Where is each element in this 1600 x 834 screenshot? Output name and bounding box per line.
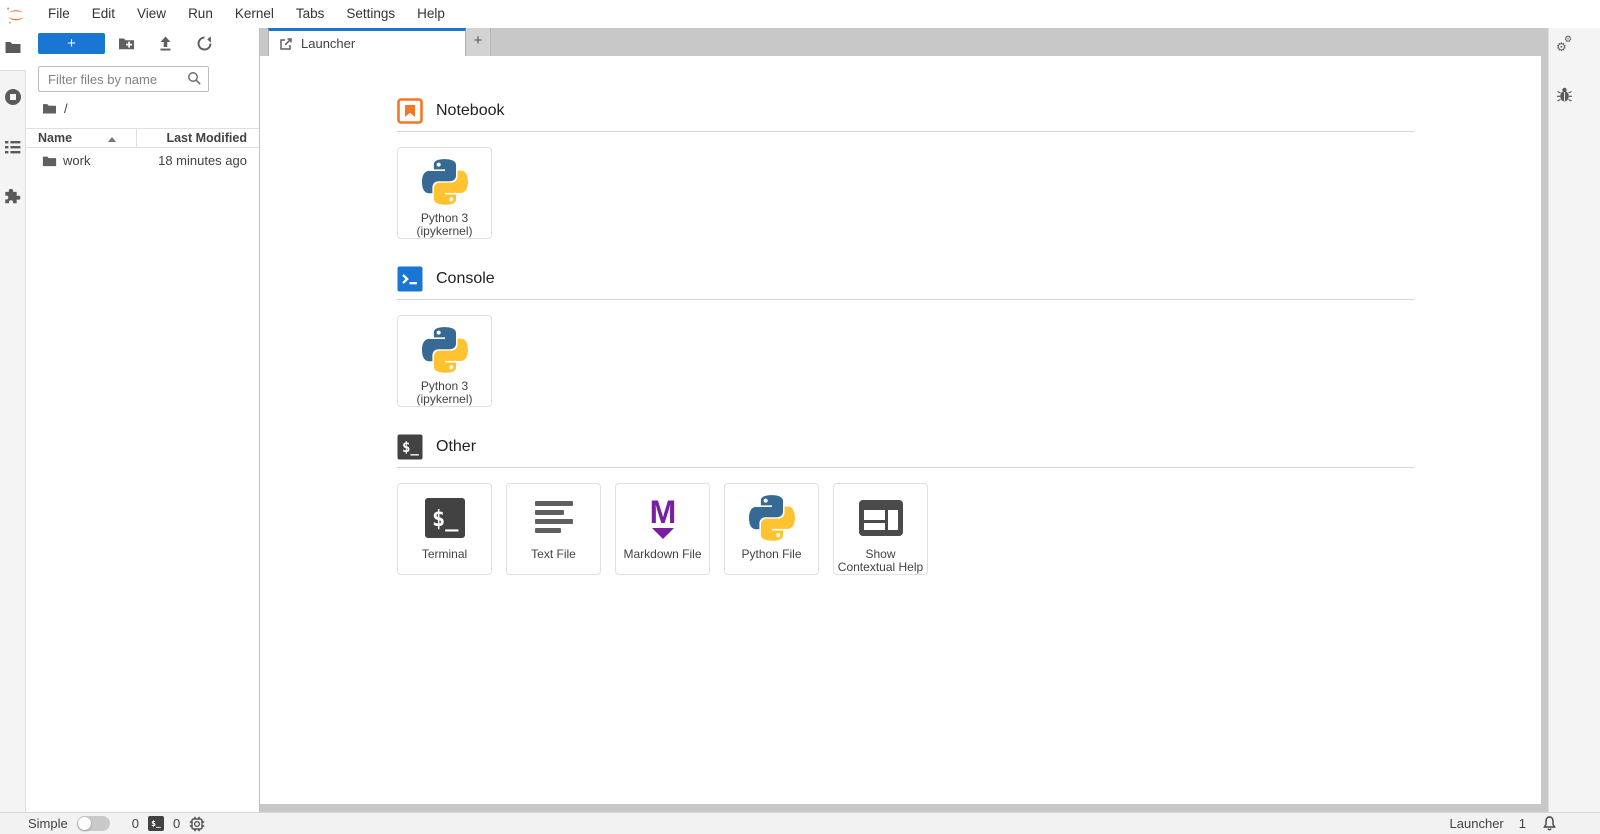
svg-text:M: M — [649, 495, 676, 530]
kernel-count[interactable]: 0 — [173, 816, 180, 831]
column-header-name[interactable]: Name — [38, 131, 72, 145]
svg-text:$_: $_ — [432, 507, 459, 532]
file-last-modified: 18 minutes ago — [158, 153, 247, 168]
file-browser-panel: + / Name — [26, 28, 260, 812]
file-row-work[interactable]: work 18 minutes ago — [26, 149, 259, 174]
launcher-card-markdown-file[interactable]: M Markdown File — [615, 483, 710, 575]
card-label: Markdown File — [623, 547, 702, 561]
new-folder-icon[interactable] — [118, 35, 135, 52]
terminal-icon: $_ — [397, 434, 423, 459]
section-title-other: Other — [436, 437, 477, 455]
card-label: Python 3 (ipykernel) — [416, 210, 473, 238]
search-icon — [187, 71, 202, 86]
debugger-bug-icon[interactable] — [1556, 86, 1574, 104]
markdown-file-icon: M — [639, 494, 687, 542]
menu-tabs[interactable]: Tabs — [285, 0, 336, 28]
column-header-last-modified[interactable]: Last Modified — [166, 131, 247, 145]
property-inspector-gears-icon[interactable]: ⚙ ⚙ — [1556, 35, 1574, 54]
launcher-card-show-contextual-help[interactable]: Show Contextual Help — [833, 483, 928, 575]
tab-launcher[interactable]: Launcher — [268, 28, 466, 56]
launcher-icon — [280, 37, 292, 50]
section-other: $_ Other $_ Terminal Text File M Markdow… — [397, 433, 1414, 575]
menu-kernel[interactable]: Kernel — [224, 0, 285, 28]
section-console: Console Python 3 (ipykernel) — [397, 265, 1414, 407]
launcher-card-text-file[interactable]: Text File — [506, 483, 601, 575]
menu-file[interactable]: File — [37, 0, 81, 28]
filter-files-input[interactable] — [38, 66, 209, 92]
kernel-chip-icon[interactable] — [189, 816, 205, 832]
launcher-panel: Notebook Python 3 (ipykernel) Console Py… — [260, 56, 1541, 804]
python-logo-icon — [421, 158, 468, 206]
caret-up-icon — [108, 137, 116, 142]
refresh-icon[interactable] — [196, 35, 213, 52]
right-activity-bar: ⚙ ⚙ — [1548, 28, 1600, 812]
launcher-card-python-file[interactable]: Python File — [724, 483, 819, 575]
new-launcher-button[interactable]: + — [38, 33, 105, 54]
launcher-card-notebook-python3[interactable]: Python 3 (ipykernel) — [397, 147, 492, 239]
file-name: work — [63, 153, 91, 168]
section-notebook: Notebook Python 3 (ipykernel) — [397, 97, 1414, 239]
simple-mode-label: Simple — [28, 816, 68, 831]
jupyter-logo-icon — [5, 4, 27, 26]
filter-files-box — [38, 66, 209, 92]
file-listing-header: Name Last Modified — [26, 128, 259, 148]
card-label: Text File — [531, 547, 576, 561]
folder-icon — [43, 104, 56, 114]
launcher-card-terminal[interactable]: $_ Terminal — [397, 483, 492, 575]
menu-bar: File Edit View Run Kernel Tabs Settings … — [0, 0, 1600, 28]
terminal-icon: $_ — [424, 494, 466, 542]
column-divider — [136, 129, 137, 147]
text-file-icon — [532, 494, 576, 542]
breadcrumb-root[interactable]: / — [64, 101, 68, 116]
status-bar: Simple 0 $_ 0 Launcher 1 — [0, 812, 1600, 834]
breadcrumb[interactable]: / — [42, 101, 68, 116]
toggle-knob — [77, 817, 91, 830]
simple-mode-toggle[interactable] — [76, 816, 110, 831]
section-divider — [397, 131, 1414, 132]
terminal-icon[interactable]: $_ — [147, 816, 164, 831]
card-label: Python File — [741, 547, 802, 561]
notifications-count[interactable]: 1 — [1519, 816, 1526, 831]
svg-text:$_: $_ — [402, 440, 419, 456]
menu-settings[interactable]: Settings — [335, 0, 406, 28]
menu-help[interactable]: Help — [406, 0, 456, 28]
contextual-help-icon — [858, 494, 904, 542]
tab-bar: Launcher + — [260, 28, 1548, 56]
card-label: Terminal — [421, 547, 468, 561]
dock-panel: Launcher + Notebook Python 3 (ipykernel)… — [260, 28, 1548, 812]
section-title-console: Console — [436, 269, 495, 287]
left-activity-bar — [0, 28, 26, 812]
notebook-icon — [397, 97, 423, 124]
table-of-contents-tab table-of-contents-icon[interactable] — [4, 138, 22, 156]
status-context-label: Launcher — [1449, 816, 1504, 831]
bell-icon[interactable] — [1541, 815, 1558, 832]
card-label: Show Contextual Help — [837, 546, 924, 574]
section-divider — [397, 299, 1414, 300]
running-kernels-tab running-kernels-icon[interactable] — [4, 88, 22, 106]
menu-run[interactable]: Run — [177, 0, 224, 28]
left-activity-bar-lower — [0, 70, 26, 812]
menu-view[interactable]: View — [126, 0, 177, 28]
section-divider — [397, 467, 1414, 468]
menu-edit[interactable]: Edit — [81, 0, 126, 28]
add-tab-button[interactable]: + — [466, 28, 491, 56]
card-label: Python 3 (ipykernel) — [416, 378, 473, 406]
file-browser-tab folder-icon[interactable] — [4, 38, 22, 56]
extensions-tab extensions-puzzle-icon[interactable] — [4, 188, 22, 206]
tab-launcher-label: Launcher — [301, 36, 356, 51]
folder-icon — [42, 154, 57, 168]
python-logo-icon — [421, 326, 468, 374]
terminal-count[interactable]: 0 — [132, 816, 139, 831]
upload-icon[interactable] — [157, 35, 174, 52]
console-icon — [397, 266, 423, 291]
launcher-card-console-python3[interactable]: Python 3 (ipykernel) — [397, 315, 492, 407]
python-logo-icon — [748, 494, 795, 542]
section-title-notebook: Notebook — [436, 101, 505, 119]
